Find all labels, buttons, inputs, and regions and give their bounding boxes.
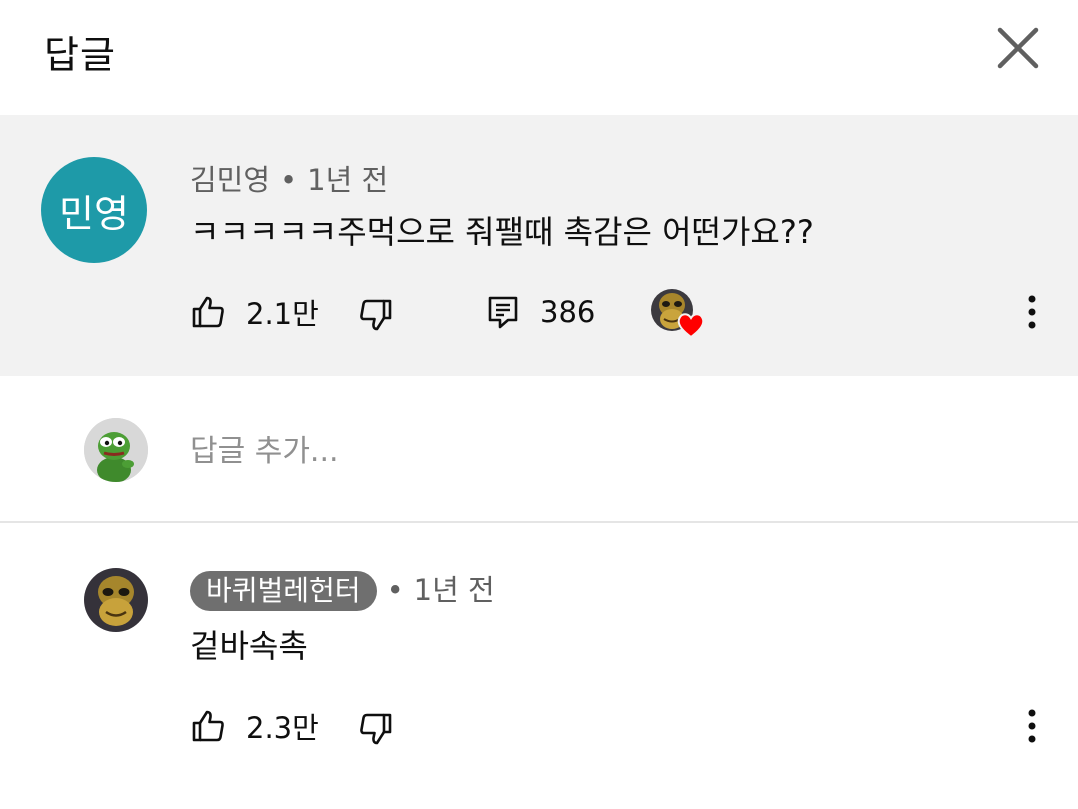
comment-actions: 2.3만: [190, 701, 1050, 751]
meta-separator: •: [280, 163, 298, 197]
like-button[interactable]: 2.1만: [190, 287, 319, 337]
creator-heart-badge: [650, 289, 708, 339]
like-count: 2.1만: [246, 297, 319, 331]
creator-author-badge[interactable]: 바퀴벌레헌터: [190, 571, 377, 611]
avatar-initials: 민영: [59, 191, 129, 236]
comment-text: ㅋㅋㅋㅋㅋ주먹으로 줘팰때 촉감은 어떤가요??: [190, 213, 814, 251]
more-options-button[interactable]: [1020, 287, 1044, 337]
like-count: 2.3만: [246, 711, 319, 745]
page-title: 답글: [44, 33, 116, 77]
close-button[interactable]: [992, 22, 1044, 74]
reply-count-button[interactable]: 386: [486, 287, 595, 337]
reply-comment: 바퀴벌레헌터 • 1년 전 겉바속촉 2.3만: [0, 523, 1078, 809]
reply-input[interactable]: [190, 428, 1010, 474]
header: 답글: [0, 0, 1078, 115]
comment-time: 1년 전: [413, 573, 495, 607]
comment-icon: [488, 296, 518, 329]
frog-avatar-icon: [84, 418, 148, 482]
like-button[interactable]: 2.3만: [190, 701, 319, 751]
dislike-button[interactable]: [358, 701, 394, 751]
comment-actions: 2.1만 386: [190, 287, 1050, 339]
thumbs-up-icon: [192, 296, 224, 328]
avatar[interactable]: [84, 418, 148, 482]
creature-avatar-icon: [84, 568, 148, 632]
meta-separator: •: [386, 573, 404, 607]
parent-comment: 민영 김민영 • 1년 전 ㅋㅋㅋㅋㅋ주먹으로 줘팰때 촉감은 어떤가요?? 2.1…: [0, 115, 1078, 376]
comment-meta: 김민영 • 1년 전: [190, 157, 388, 199]
more-vert-icon: [1028, 295, 1036, 329]
close-icon[interactable]: [992, 22, 1044, 74]
comment-meta: 바퀴벌레헌터 • 1년 전: [190, 567, 495, 611]
avatar[interactable]: [84, 568, 148, 632]
thumbs-down-icon: [360, 299, 392, 331]
add-reply-section: [0, 376, 1078, 522]
thumbs-down-icon: [360, 713, 392, 745]
more-vert-icon: [1028, 709, 1036, 743]
reply-count: 386: [540, 295, 596, 329]
more-options-button[interactable]: [1020, 701, 1044, 751]
comment-text: 겉바속촉: [190, 627, 308, 665]
heart-icon: [677, 313, 705, 339]
thumbs-up-icon: [192, 710, 224, 742]
comment-author[interactable]: 김민영: [190, 163, 270, 197]
avatar[interactable]: 민영: [41, 157, 147, 263]
dislike-button[interactable]: [358, 287, 394, 337]
comment-time: 1년 전: [307, 163, 389, 197]
